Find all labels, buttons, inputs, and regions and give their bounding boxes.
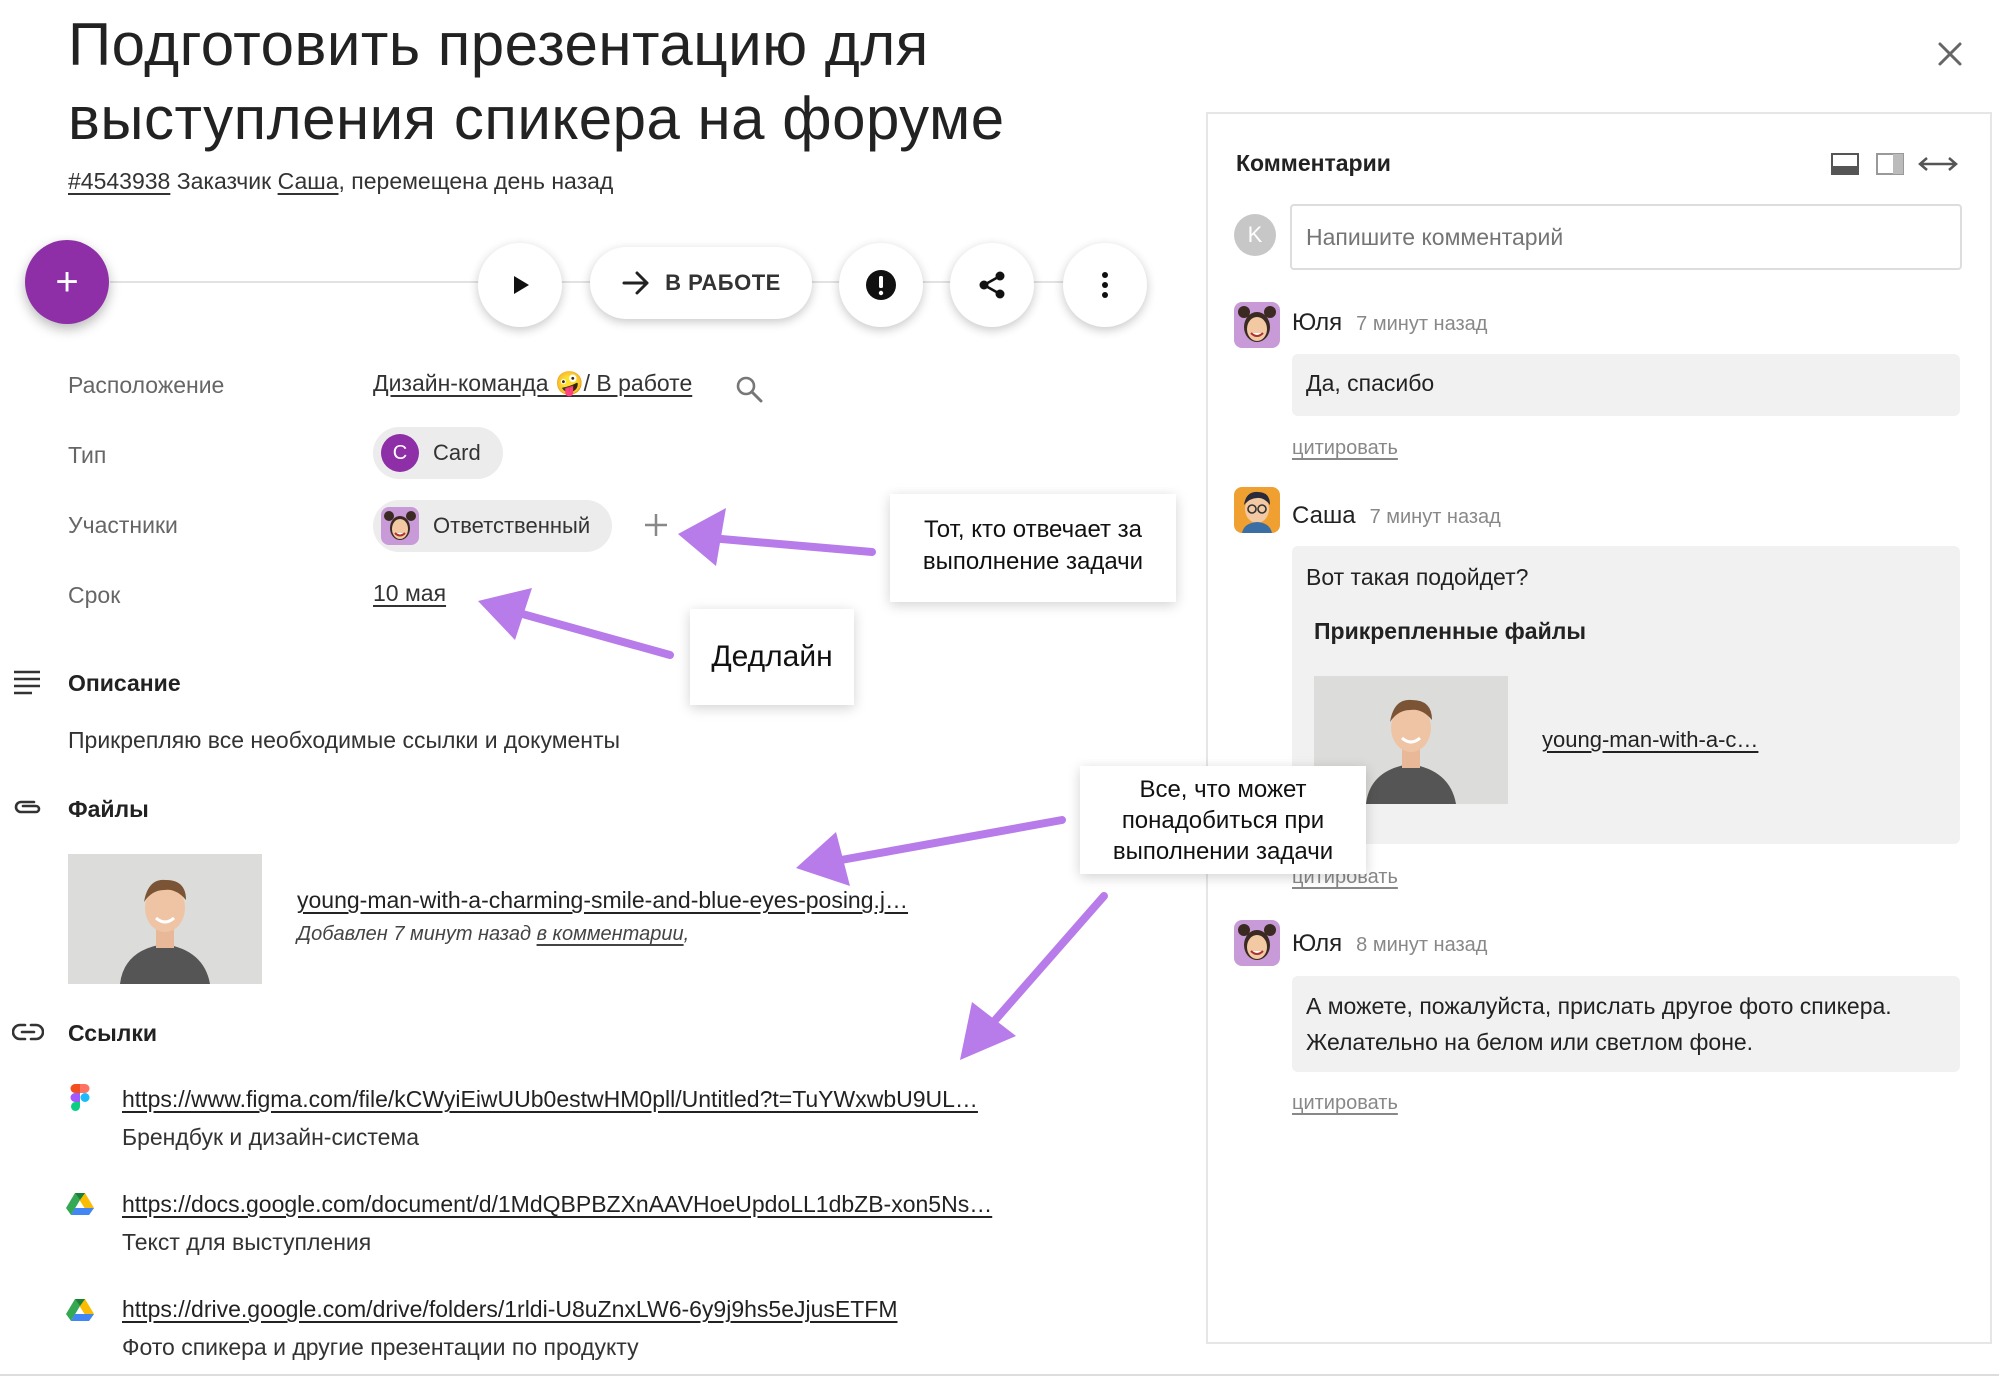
annotation-arrows — [478, 508, 1108, 1060]
